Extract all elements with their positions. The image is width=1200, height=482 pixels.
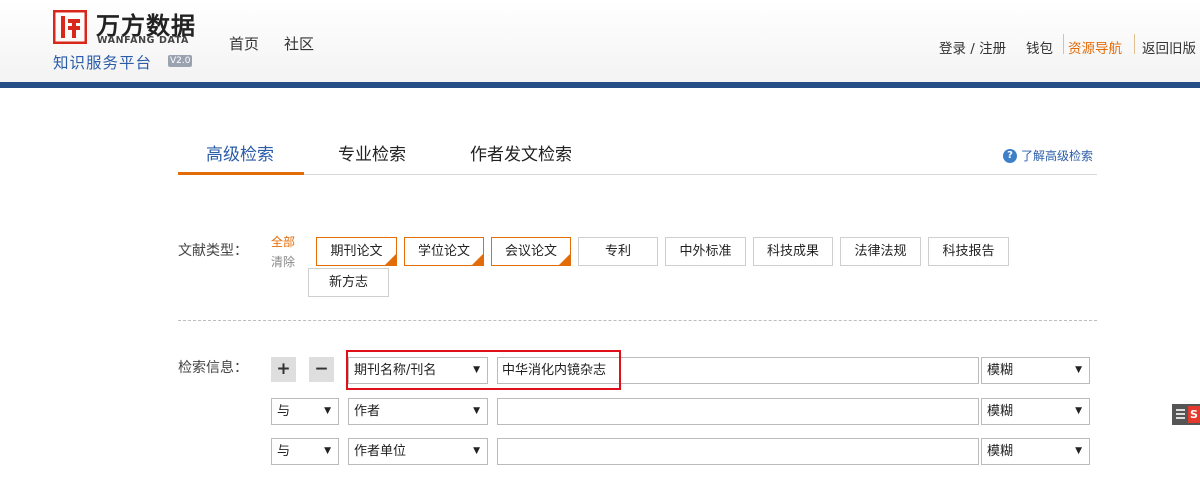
field-select-value: 期刊名称/刊名 <box>354 363 437 378</box>
search-info-label: 检索信息： <box>178 360 248 376</box>
wallet-link[interactable]: 钱包 <box>1026 37 1053 57</box>
logo-english-text: WANFANG DATA <box>97 35 189 46</box>
nav-home-link[interactable]: 首页 <box>229 33 259 54</box>
help-link-label: 了解高级检索 <box>1021 149 1094 163</box>
dropdown-arrow-icon: ▼ <box>324 406 331 416</box>
logic-operator-value: 与 <box>277 404 291 419</box>
dropdown-arrow-icon: ▼ <box>1075 365 1082 375</box>
back-old-version-link[interactable]: 返回旧版 <box>1142 37 1196 57</box>
tab-author-search[interactable]: 作者发文检索 <box>470 140 572 165</box>
dropdown-arrow-icon: ▼ <box>1075 446 1082 456</box>
doc-type-standard[interactable]: 中外标准 <box>665 237 746 266</box>
dropdown-arrow-icon: ▼ <box>473 446 480 456</box>
select-all-link[interactable]: 全部 <box>271 233 295 250</box>
login-register-link[interactable]: 登录 / 注册 <box>939 37 1006 57</box>
doc-type-patent[interactable]: 专利 <box>578 237 658 266</box>
side-toolbar-widget[interactable]: S <box>1172 404 1200 425</box>
divider <box>1134 34 1135 54</box>
field-select-value: 作者单位 <box>354 444 407 459</box>
tab-professional-search[interactable]: 专业检索 <box>338 140 406 165</box>
wanfang-logo-icon <box>53 10 87 44</box>
search-term-input[interactable] <box>497 438 979 465</box>
section-divider <box>178 320 1097 321</box>
doc-type-law[interactable]: 法律法规 <box>840 237 921 266</box>
match-mode-select[interactable]: 模糊 ▼ <box>981 357 1090 384</box>
logic-operator-value: 与 <box>277 444 291 459</box>
checked-corner-icon <box>472 254 483 265</box>
match-mode-select[interactable]: 模糊 ▼ <box>981 398 1090 425</box>
search-term-input[interactable]: 中华消化内镜杂志 <box>497 357 979 384</box>
doc-type-achievement[interactable]: 科技成果 <box>753 237 833 266</box>
match-mode-value: 模糊 <box>987 404 1014 419</box>
dropdown-arrow-icon: ▼ <box>473 406 480 416</box>
doc-type-conference[interactable]: 会议论文 <box>491 237 571 266</box>
doc-type-label: 期刊论文 <box>330 244 383 259</box>
tab-divider <box>178 174 1097 175</box>
search-term-input[interactable] <box>497 398 979 425</box>
logic-operator-select[interactable]: 与 ▼ <box>271 398 339 425</box>
match-mode-select[interactable]: 模糊 ▼ <box>981 438 1090 465</box>
checked-corner-icon <box>559 254 570 265</box>
version-badge: V2.0 <box>168 55 193 67</box>
help-link[interactable]: ? 了解高级检索 <box>1003 147 1093 164</box>
logic-operator-select[interactable]: 与 ▼ <box>271 438 339 465</box>
checked-corner-icon <box>385 254 396 265</box>
top-header: 万方数据 WANFANG DATA 知识服务平台 V2.0 首页 社区 登录 /… <box>0 0 1200 82</box>
divider <box>1063 34 1064 54</box>
doc-type-thesis[interactable]: 学位论文 <box>404 237 484 266</box>
field-select[interactable]: 期刊名称/刊名 ▼ <box>348 357 488 384</box>
platform-name: 知识服务平台 <box>53 54 153 72</box>
remove-row-button[interactable]: − <box>309 357 334 382</box>
dropdown-arrow-icon: ▼ <box>324 446 331 456</box>
side-widget-letter: S <box>1188 406 1200 423</box>
dropdown-arrow-icon: ▼ <box>473 365 480 375</box>
field-select[interactable]: 作者 ▼ <box>348 398 488 425</box>
question-circle-icon: ? <box>1003 148 1017 163</box>
field-select-value: 作者 <box>354 404 381 419</box>
doc-type-label: 会议论文 <box>504 244 557 259</box>
tab-advanced-search[interactable]: 高级检索 <box>206 140 274 165</box>
doc-type-label: 文献类型： <box>178 243 248 259</box>
doc-type-label: 学位论文 <box>417 244 470 259</box>
match-mode-value: 模糊 <box>987 363 1014 378</box>
clear-link[interactable]: 清除 <box>271 253 295 270</box>
active-tab-indicator <box>178 172 304 175</box>
nav-community-link[interactable]: 社区 <box>284 33 314 54</box>
doc-type-report[interactable]: 科技报告 <box>928 237 1009 266</box>
doc-type-local-chronicle[interactable]: 新方志 <box>308 268 389 297</box>
field-select[interactable]: 作者单位 ▼ <box>348 438 488 465</box>
grip-icon <box>1176 409 1185 420</box>
doc-type-journal[interactable]: 期刊论文 <box>316 237 397 266</box>
dropdown-arrow-icon: ▼ <box>1075 406 1082 416</box>
header-bar <box>0 82 1200 88</box>
add-row-button[interactable]: + <box>271 357 296 382</box>
resource-nav-link[interactable]: 资源导航 <box>1068 37 1122 57</box>
match-mode-value: 模糊 <box>987 444 1014 459</box>
